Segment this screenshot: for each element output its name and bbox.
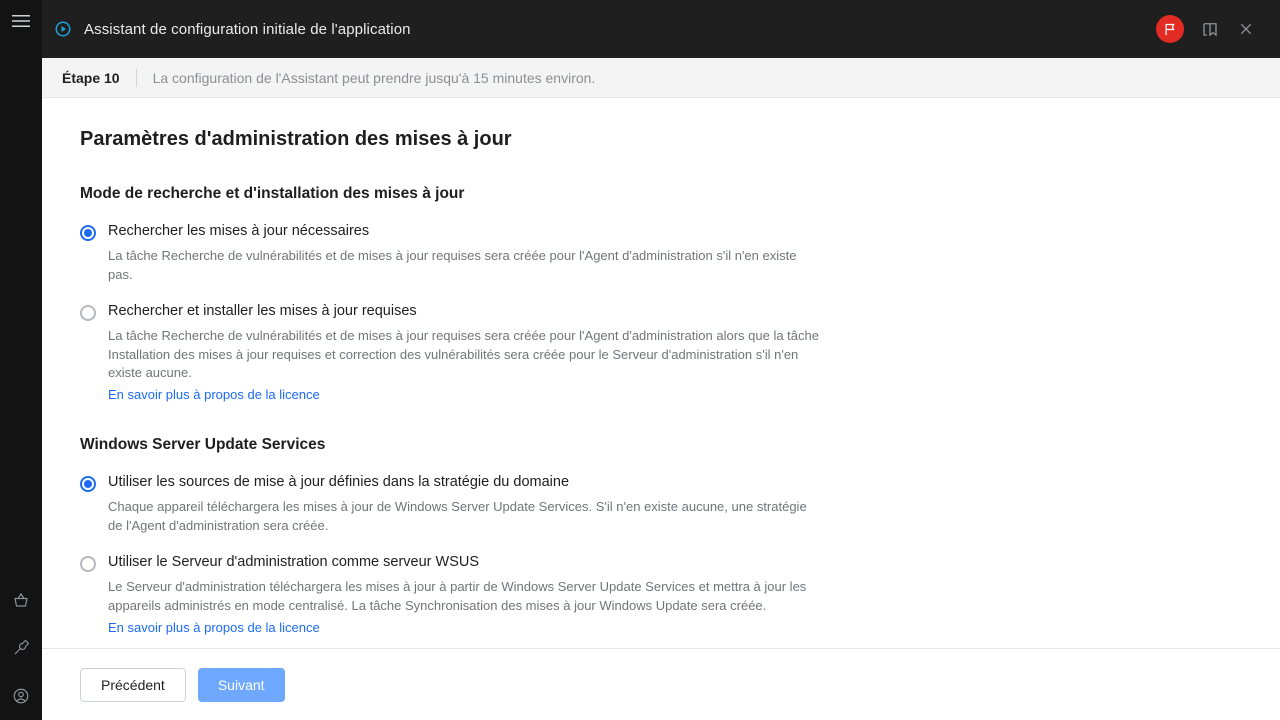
radio-search-install[interactable]: [80, 305, 96, 321]
option-search-install: Rechercher et installer les mises à jour…: [80, 303, 1242, 405]
radio-row: Rechercher les mises à jour nécessaires: [80, 223, 1242, 241]
wizard-footer: Précédent Suivant: [42, 648, 1280, 720]
left-sidebar: [0, 0, 42, 720]
radio-desc: La tâche Recherche de vulnérabilités et …: [108, 247, 823, 285]
section1-heading: Mode de recherche et d'installation des …: [80, 185, 1242, 203]
radio-label: Rechercher les mises à jour nécessaires: [108, 223, 369, 239]
license-link[interactable]: En savoir plus à propos de la licence: [108, 620, 320, 635]
radio-label: Utiliser les sources de mise à jour défi…: [108, 474, 569, 490]
radio-label: Rechercher et installer les mises à jour…: [108, 303, 417, 319]
user-circle-icon[interactable]: [12, 687, 30, 705]
section-wsus: Windows Server Update Services Utiliser …: [80, 436, 1242, 636]
radio-label: Utiliser le Serveur d'administration com…: [108, 554, 479, 570]
radio-domain-policy[interactable]: [80, 476, 96, 492]
option-domain-policy: Utiliser les sources de mise à jour défi…: [80, 474, 1242, 536]
next-button[interactable]: Suivant: [198, 668, 285, 702]
top-bar: Assistant de configuration initiale de l…: [42, 0, 1280, 58]
wrench-icon[interactable]: [12, 639, 30, 657]
section-update-mode: Mode de recherche et d'installation des …: [80, 185, 1242, 404]
radio-search-required[interactable]: [80, 225, 96, 241]
option-admin-server-wsus: Utiliser le Serveur d'administration com…: [80, 554, 1242, 637]
wizard-icon: [54, 20, 72, 38]
stepbar-divider: [136, 69, 137, 87]
prev-button[interactable]: Précédent: [80, 668, 186, 702]
radio-desc: Le Serveur d'administration téléchargera…: [108, 578, 823, 616]
content-area: Paramètres d'administration des mises à …: [42, 98, 1280, 648]
step-label: Étape 10: [62, 70, 120, 86]
license-link[interactable]: En savoir plus à propos de la licence: [108, 387, 320, 402]
main-area: Assistant de configuration initiale de l…: [42, 0, 1280, 720]
step-description: La configuration de l'Assistant peut pre…: [153, 70, 596, 86]
notification-flag-button[interactable]: [1156, 15, 1184, 43]
close-button[interactable]: [1230, 13, 1262, 45]
radio-desc: Chaque appareil téléchargera les mises à…: [108, 498, 823, 536]
section2-heading: Windows Server Update Services: [80, 436, 1242, 454]
radio-row: Rechercher et installer les mises à jour…: [80, 303, 1242, 321]
radio-admin-server-wsus[interactable]: [80, 556, 96, 572]
app-title: Assistant de configuration initiale de l…: [84, 21, 411, 38]
radio-row: Utiliser les sources de mise à jour défi…: [80, 474, 1242, 492]
page-title: Paramètres d'administration des mises à …: [80, 128, 1242, 151]
basket-icon[interactable]: [12, 591, 30, 609]
app-root: Assistant de configuration initiale de l…: [0, 0, 1280, 720]
hamburger-icon[interactable]: [12, 14, 30, 28]
option-search-required: Rechercher les mises à jour nécessaires …: [80, 223, 1242, 285]
step-bar: Étape 10 La configuration de l'Assistant…: [42, 58, 1280, 98]
radio-row: Utiliser le Serveur d'administration com…: [80, 554, 1242, 572]
radio-desc: La tâche Recherche de vulnérabilités et …: [108, 327, 823, 384]
bookmark-icon[interactable]: [1194, 13, 1226, 45]
